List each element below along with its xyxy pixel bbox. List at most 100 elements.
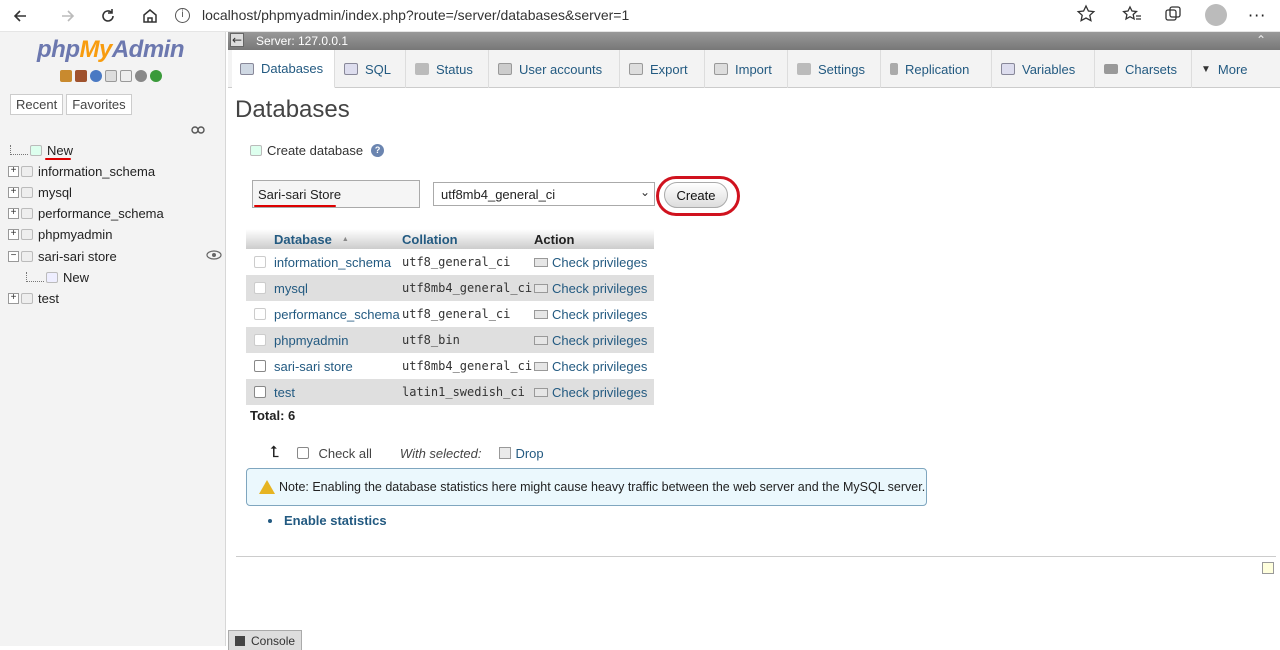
database-link[interactable]: information_schema — [274, 255, 402, 270]
tree-label[interactable]: New — [63, 270, 89, 285]
row-checkbox[interactable] — [254, 386, 266, 398]
column-database[interactable]: Database ▲ — [274, 229, 402, 249]
tree-label[interactable]: performance_schema — [38, 206, 164, 221]
row-checkbox[interactable] — [254, 360, 266, 372]
privileges-icon — [534, 257, 548, 267]
check-privileges-link[interactable]: Check privileges — [534, 307, 647, 322]
favorites-icon[interactable] — [1122, 4, 1142, 27]
more-menu-icon[interactable]: ··· — [1248, 6, 1266, 25]
tab-replication[interactable]: Replication — [882, 50, 992, 88]
databases-table: Database ▲ Collation Action information_… — [246, 229, 654, 405]
tab-more[interactable]: ▼ More — [1193, 50, 1273, 88]
copy-icon[interactable] — [120, 70, 132, 82]
server-breadcrumb[interactable]: Server: 127.0.0.1 — [256, 34, 348, 48]
tab-import[interactable]: Import — [706, 50, 788, 88]
help-icon[interactable] — [90, 70, 102, 82]
docs-icon[interactable] — [105, 70, 117, 82]
favorite-add-icon[interactable] — [1076, 4, 1096, 27]
privileges-icon — [534, 361, 548, 371]
tree-item-test[interactable]: + test — [8, 288, 59, 308]
tab-status[interactable]: Status — [407, 50, 489, 88]
profile-avatar-icon[interactable] — [1205, 4, 1227, 26]
database-icon — [21, 250, 33, 262]
recent-tab[interactable]: Recent — [10, 94, 64, 115]
expand-icon[interactable]: + — [8, 292, 19, 304]
tab-charsets[interactable]: Charsets — [1096, 50, 1192, 88]
collapse-nav-icon[interactable]: ← — [230, 33, 244, 47]
logout-icon[interactable] — [75, 70, 87, 82]
tab-settings[interactable]: Settings — [789, 50, 881, 88]
collections-icon[interactable] — [1163, 4, 1183, 27]
expand-icon[interactable]: + — [8, 207, 19, 219]
new-table-icon — [46, 271, 58, 283]
tab-export[interactable]: Export — [621, 50, 705, 88]
forward-arrow-icon[interactable] — [56, 4, 80, 28]
privileges-icon — [534, 283, 548, 293]
tab-user-accounts[interactable]: User accounts — [490, 50, 620, 88]
create-button[interactable]: Create — [664, 182, 728, 208]
tab-databases[interactable]: Databases — [232, 50, 335, 88]
tree-item-mysql[interactable]: + mysql — [8, 182, 72, 202]
scroll-top-icon[interactable]: ⌃ — [1256, 33, 1266, 47]
check-all-label[interactable]: Check all — [318, 446, 371, 461]
tree-item-phpmyadmin[interactable]: + phpmyadmin — [8, 224, 112, 244]
enable-statistics-link[interactable]: Enable statistics — [268, 513, 387, 528]
tree-label[interactable]: mysql — [38, 185, 72, 200]
address-bar[interactable]: i localhost/phpmyadmin/index.php?route=/… — [175, 2, 1105, 28]
check-privileges-link[interactable]: Check privileges — [534, 255, 647, 270]
refresh-icon[interactable] — [150, 70, 162, 82]
collation-value: utf8_general_ci — [402, 255, 511, 269]
check-privileges-link[interactable]: Check privileges — [534, 385, 647, 400]
collapse-icon[interactable]: − — [8, 250, 19, 262]
database-link[interactable]: mysql — [274, 281, 402, 296]
gear-icon[interactable] — [135, 70, 147, 82]
expand-icon[interactable]: + — [8, 186, 19, 198]
expand-icon[interactable]: + — [8, 165, 19, 177]
console-toggle[interactable]: Console — [228, 630, 302, 650]
tree-label[interactable]: test — [38, 291, 59, 306]
check-privileges-link[interactable]: Check privileges — [534, 281, 647, 296]
check-privileges-link[interactable]: Check privileges — [534, 333, 647, 348]
back-arrow-icon[interactable] — [8, 4, 32, 28]
database-icon — [21, 165, 33, 177]
with-selected-label: With selected: — [399, 445, 482, 461]
check-privileges-link[interactable]: Check privileges — [534, 359, 647, 374]
annotation-underline — [254, 205, 336, 207]
database-name-input[interactable] — [252, 180, 420, 208]
sort-asc-icon: ▲ — [341, 235, 349, 243]
check-all-checkbox[interactable] — [297, 447, 310, 459]
favorites-tab[interactable]: Favorites — [66, 94, 132, 115]
page-title: Databases — [235, 96, 350, 123]
home-icon[interactable] — [60, 70, 72, 82]
collation-select[interactable]: utf8mb4_general_ci ⌄ — [433, 182, 655, 206]
tree-item-sari-sari-store[interactable]: − sari-sari store — [8, 246, 117, 266]
reload-icon[interactable] — [96, 4, 120, 28]
column-collation[interactable]: Collation — [402, 229, 534, 249]
row-checkbox — [254, 256, 266, 268]
home-icon[interactable] — [138, 4, 162, 28]
tree-item-performance-schema[interactable]: + performance_schema — [8, 203, 164, 223]
tab-variables[interactable]: Variables — [993, 50, 1095, 88]
link-icon[interactable] — [191, 123, 205, 137]
annotation-underline — [45, 158, 71, 160]
page-settings-icon[interactable] — [1262, 562, 1274, 574]
help-icon[interactable]: ? — [371, 144, 385, 157]
tree-item-new-table[interactable]: New — [26, 267, 89, 287]
tree-label[interactable]: New — [47, 143, 73, 158]
phpmyadmin-logo[interactable]: phpMyAdmin — [37, 36, 185, 64]
tree-label[interactable]: sari-sari store — [38, 249, 117, 264]
database-link[interactable]: performance_schema — [274, 307, 402, 322]
tree-item-information-schema[interactable]: + information_schema — [8, 161, 155, 181]
database-link[interactable]: sari-sari store — [274, 359, 402, 374]
tab-sql[interactable]: SQL — [336, 50, 406, 88]
drop-button[interactable]: Drop — [515, 446, 543, 461]
row-checkbox — [254, 282, 266, 294]
tree-item-new[interactable]: New — [10, 140, 73, 160]
main-content: ← Server: 127.0.0.1 ⌃ Databases SQL Stat… — [228, 32, 1280, 650]
expand-icon[interactable]: + — [8, 228, 19, 240]
database-link[interactable]: test — [274, 385, 402, 400]
tree-label[interactable]: information_schema — [38, 164, 155, 179]
eye-icon[interactable] — [206, 249, 222, 263]
tree-label[interactable]: phpmyadmin — [38, 227, 112, 242]
database-link[interactable]: phpmyadmin — [274, 333, 402, 348]
